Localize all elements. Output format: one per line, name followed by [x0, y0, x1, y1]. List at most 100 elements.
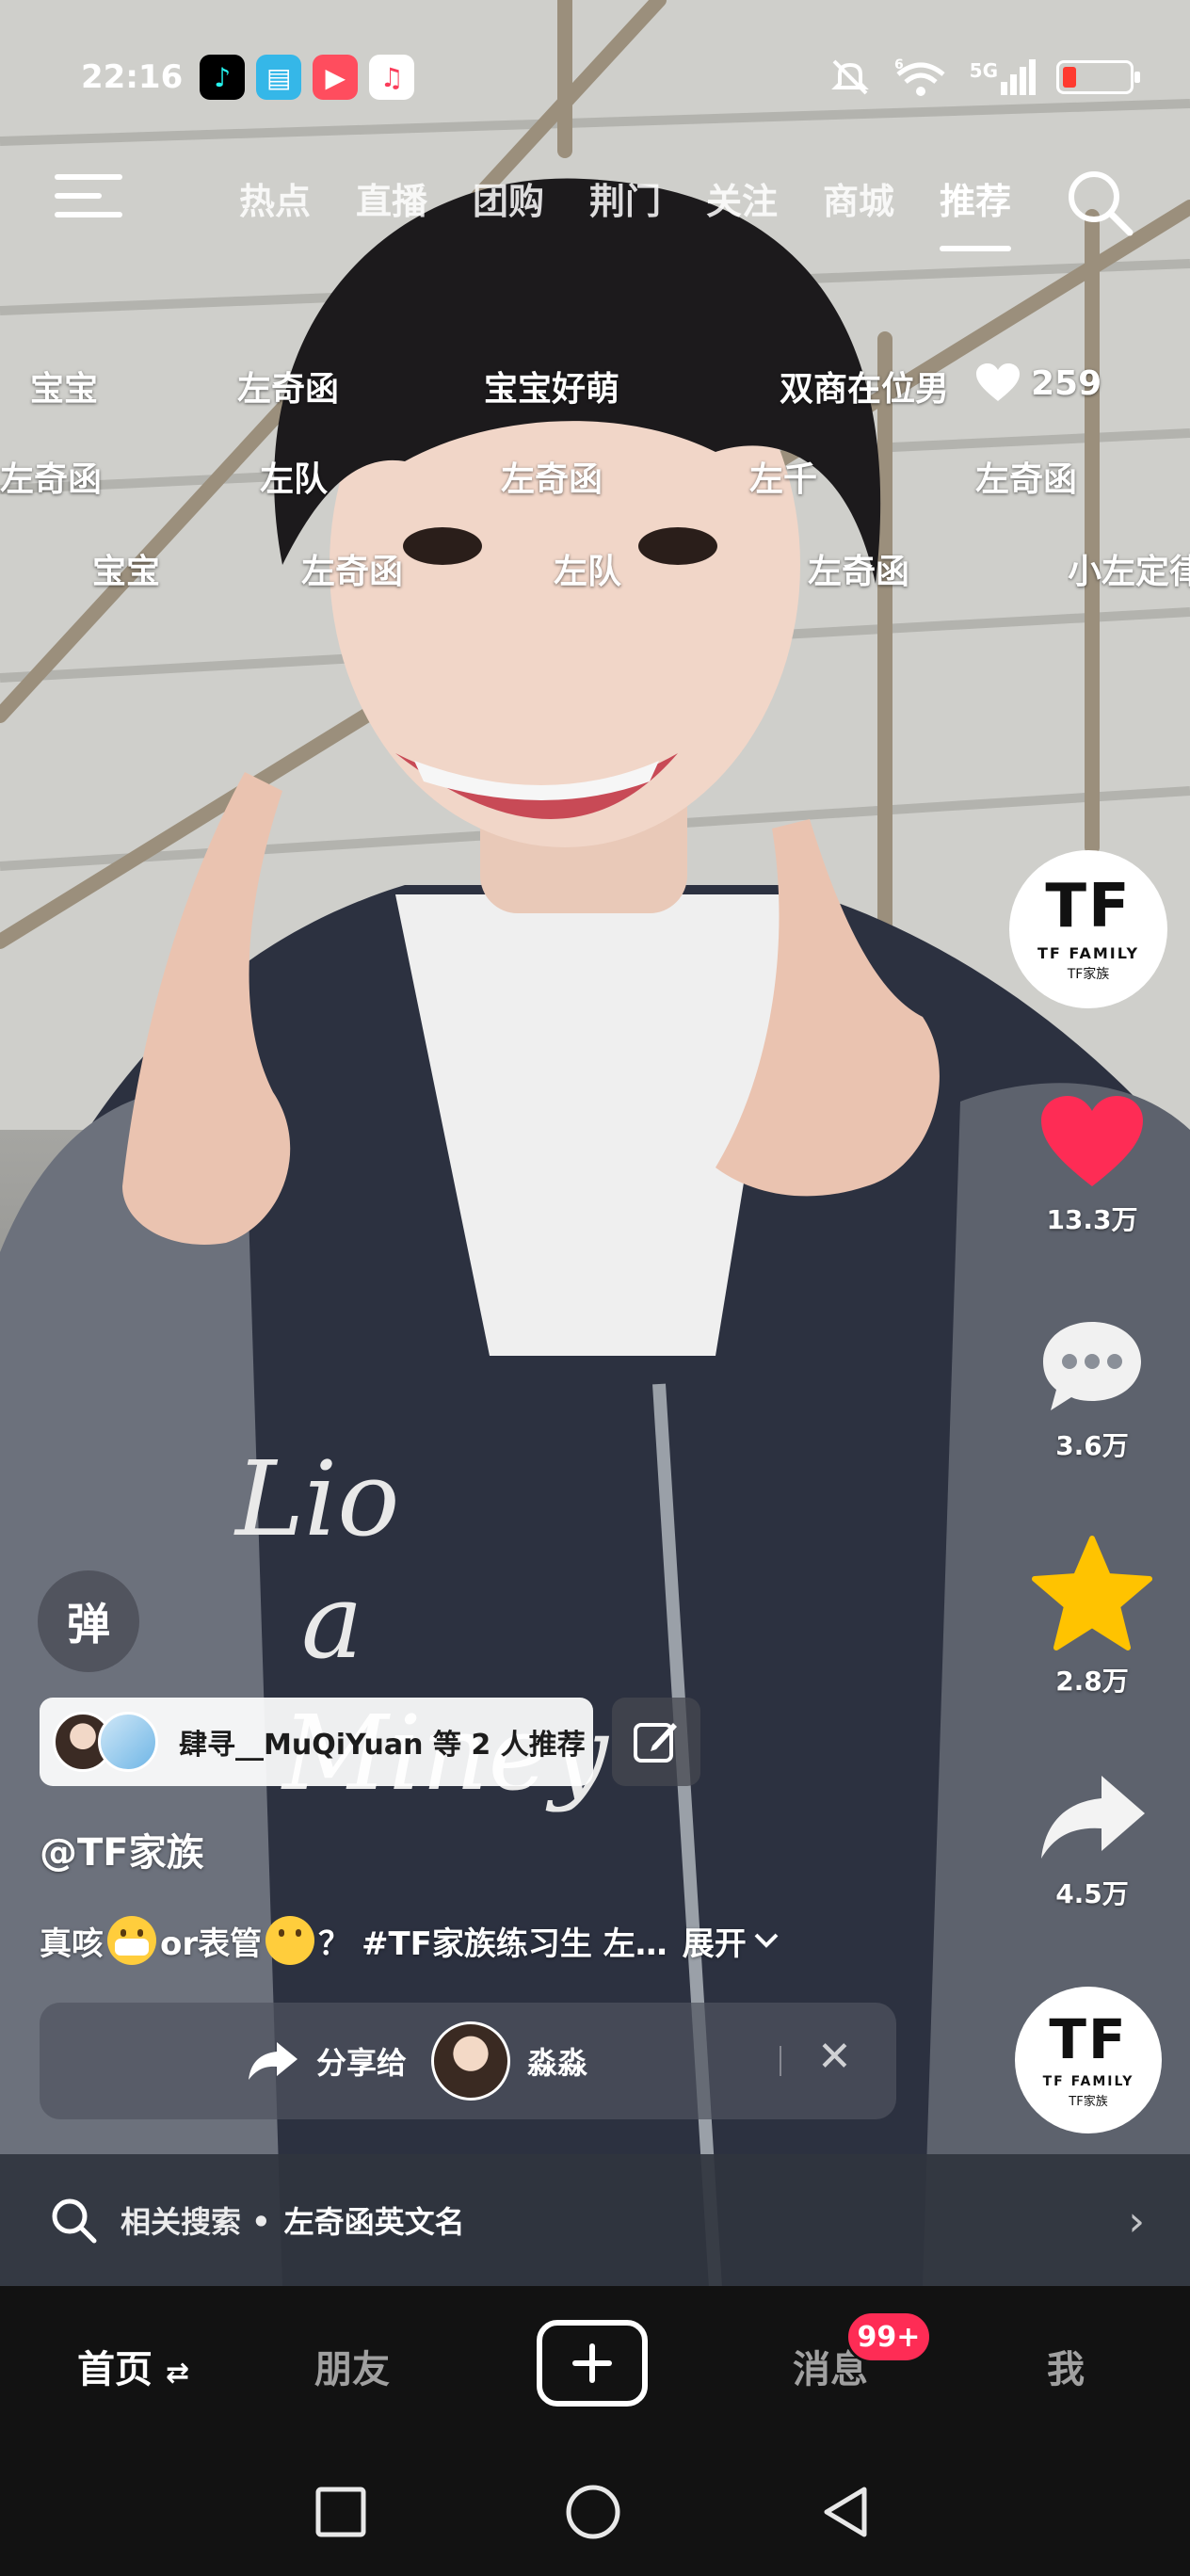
like-count: 13.3万	[1046, 1204, 1138, 1235]
home-circle-icon[interactable]	[565, 2484, 621, 2540]
danmaku-comment[interactable]: 左奇函	[808, 544, 909, 593]
danmaku-comment[interactable]: 宝宝好萌	[484, 362, 619, 411]
recommend-text: 肆寻__MuQiYuan 等 2 人推荐	[179, 1729, 586, 1762]
danmaku-comment[interactable]: 左队	[554, 544, 621, 593]
recent-apps-icon[interactable]	[314, 2486, 367, 2538]
chevron-down-icon	[754, 1933, 779, 1948]
danmaku-comment[interactable]: 左奇函	[301, 544, 403, 593]
star-icon	[1032, 1536, 1152, 1650]
expand-link[interactable]: 展开	[683, 1918, 780, 1964]
recommended-by-bar[interactable]: 肆寻__MuQiYuan 等 2 人推荐	[40, 1698, 593, 1786]
share-to-friend-bar[interactable]: 分享给 淼淼 ✕	[40, 2003, 896, 2119]
tab-recommend[interactable]: 推荐	[917, 172, 1034, 251]
status-bar: 22:16 ♪ ▤ ▶ ♫ 6 5G	[81, 47, 1140, 107]
music-icon: ♫	[369, 55, 415, 100]
author-name[interactable]: @TF家族	[40, 1822, 204, 1876]
author-avatar[interactable]: TF TF FAMILY TF家族	[1009, 850, 1167, 1008]
top-nav: 热点 直播 团购 荆门 关注 商城 推荐	[0, 165, 1190, 259]
share-button[interactable]: 4.5万	[1017, 1770, 1167, 1911]
battery-icon	[1056, 60, 1140, 94]
tab-mall[interactable]: 商城	[800, 172, 917, 224]
svg-text:Lio: Lio	[233, 1439, 399, 1559]
back-triangle-icon[interactable]	[819, 2484, 872, 2540]
share-label: 分享给	[316, 2045, 408, 2081]
author-avatar-sub-cn: TF家族	[1067, 966, 1110, 982]
music-avatar-sub: TF FAMILY	[1042, 2073, 1134, 2089]
author-avatar-logo: TF	[1045, 871, 1132, 942]
related-search-label: 相关搜索 •	[121, 2204, 271, 2240]
danmaku-like[interactable]: 259	[974, 362, 1102, 405]
unread-badge: 99+	[845, 2310, 932, 2363]
desc-text: ？ #TF家族练习生 左…	[318, 1924, 667, 1963]
wifi-icon: 6	[894, 57, 945, 96]
system-navigation-bar	[0, 2448, 1190, 2576]
switch-icon: ⇄	[165, 2357, 190, 2390]
tab-following[interactable]: 关注	[683, 172, 800, 224]
share-arrow-icon	[1041, 1776, 1145, 1859]
danmaku-comment[interactable]: 宝宝	[92, 544, 160, 593]
danmaku-toggle-label: 弹	[67, 1599, 110, 1650]
tab-live[interactable]: 直播	[333, 172, 450, 224]
tab-local[interactable]: 荆门	[567, 172, 683, 224]
share-arrow-icon	[249, 2042, 298, 2080]
danmaku-comment[interactable]: 左奇函	[237, 362, 339, 411]
danmaku-comment[interactable]: 左奇函	[501, 452, 603, 501]
comment-button[interactable]: 3.6万	[1017, 1318, 1167, 1463]
bottom-tab-bar: 首页 ⇄ 朋友 消息 99+ 我	[0, 2286, 1190, 2448]
comment-icon	[1043, 1322, 1141, 1410]
create-post-button[interactable]	[537, 2320, 648, 2407]
favorite-count: 2.8万	[1055, 1666, 1129, 1697]
expand-label: 展开	[682, 1924, 747, 1963]
tab-home[interactable]: 首页 ⇄	[77, 2339, 189, 2393]
video-icon: ▶	[313, 55, 359, 100]
danmaku-comment[interactable]: 左奇函	[0, 452, 102, 501]
tab-home-label: 首页	[77, 2348, 153, 2391]
author-avatar-sub: TF FAMILY	[1037, 943, 1140, 962]
share-count: 4.5万	[1055, 1878, 1129, 1909]
heart-icon	[1041, 1096, 1143, 1186]
plus-icon	[572, 2343, 612, 2383]
raised-eyebrow-emoji-icon	[265, 1916, 315, 1965]
music-avatar-sub-cn: TF家族	[1069, 2094, 1108, 2109]
related-search-query: 左奇函英文名	[283, 2204, 465, 2240]
books-icon: ▤	[256, 55, 302, 100]
divider	[780, 2046, 781, 2076]
danmaku-comment[interactable]: 左千	[749, 452, 817, 501]
avatar	[98, 1712, 158, 1772]
music-disc[interactable]: TF TF FAMILY TF家族	[1015, 1987, 1162, 2133]
avatar	[431, 2021, 511, 2101]
danmaku-comment[interactable]: 小左定律	[1068, 544, 1190, 593]
edit-icon	[634, 1723, 677, 1763]
tab-friends[interactable]: 朋友	[314, 2339, 390, 2393]
desc-text: or表管	[160, 1924, 263, 1963]
feed-tabs: 热点 直播 团购 荆门 关注 商城 推荐	[217, 172, 1034, 251]
menu-icon[interactable]	[55, 174, 122, 231]
danmaku-comment[interactable]: 双商在位男	[780, 362, 949, 411]
chevron-right-icon: ›	[1128, 2198, 1145, 2246]
share-friend-name: 淼淼	[527, 2045, 588, 2081]
network-label: 5G	[969, 59, 998, 82]
danmaku-comment[interactable]: 左奇函	[975, 452, 1077, 501]
edit-button[interactable]	[612, 1698, 700, 1786]
music-avatar-logo: TF	[1049, 2006, 1128, 2071]
tab-group-buy[interactable]: 团购	[450, 172, 567, 224]
search-icon[interactable]	[1062, 165, 1137, 240]
danmaku-comment[interactable]: 左队	[260, 452, 328, 501]
heart-outline-icon	[976, 363, 1020, 401]
favorite-button[interactable]: 2.8万	[1017, 1535, 1167, 1699]
danmaku-toggle[interactable]: 弹	[38, 1570, 139, 1672]
danmaku-comment[interactable]: 宝宝	[30, 362, 98, 411]
close-icon[interactable]: ✕	[817, 2033, 852, 2081]
desc-text: 真咳	[40, 1924, 104, 1963]
like-button[interactable]: 13.3万	[1017, 1092, 1167, 1237]
related-search-bar[interactable]: 相关搜索 • 左奇函英文名 ›	[0, 2154, 1190, 2286]
tab-me[interactable]: 我	[1047, 2339, 1085, 2393]
clock: 22:16	[81, 58, 184, 96]
mute-icon	[830, 59, 869, 95]
tab-hot[interactable]: 热点	[217, 172, 333, 224]
search-icon	[52, 2198, 97, 2244]
comment-count: 3.6万	[1055, 1430, 1129, 1461]
signal-indicator: 5G	[970, 59, 1036, 95]
mask-face-emoji-icon	[107, 1916, 156, 1965]
post-description[interactable]: 真咳 or表管 ？ #TF家族练习生 左… 展开	[40, 1916, 780, 1965]
